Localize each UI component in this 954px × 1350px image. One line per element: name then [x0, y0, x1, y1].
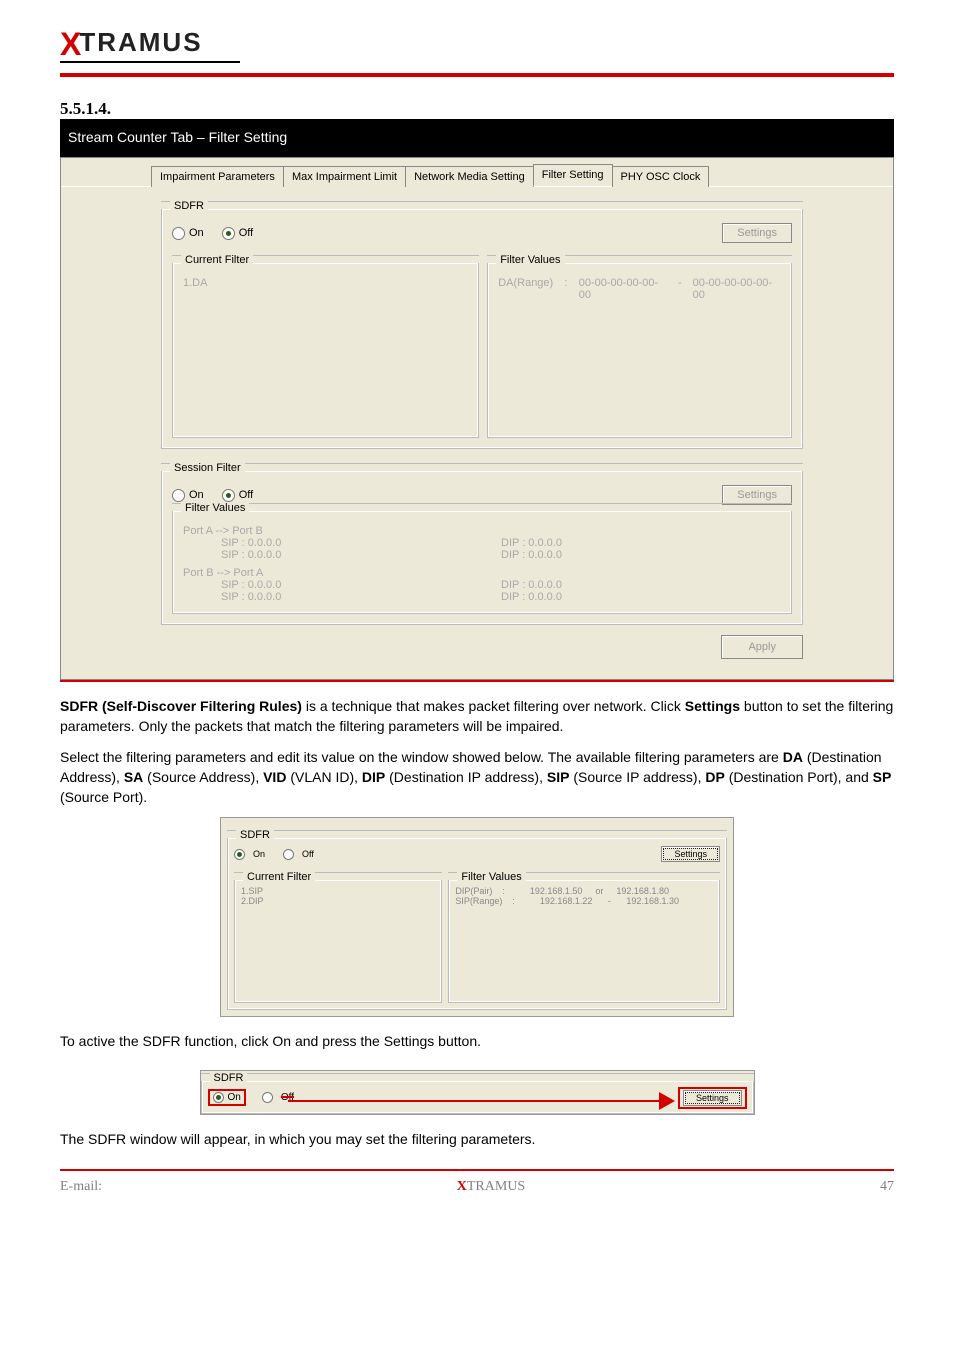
- filter-value-row: DA(Range) : 00-00-00-00-00-00 - 00-00-00…: [498, 277, 781, 301]
- tab-max-impairment-limit[interactable]: Max Impairment Limit: [283, 166, 406, 187]
- on-highlight-box: On: [208, 1089, 246, 1106]
- tab-impairment-parameters[interactable]: Impairment Parameters: [151, 166, 284, 187]
- dir-a-b: Port A --> Port B: [183, 525, 781, 537]
- mini-sdfr-group: SDFR On Off Settings Current Filter 1.SI…: [227, 838, 727, 1010]
- sip-value: SIP : 0.0.0.0: [221, 591, 501, 603]
- session-on-label: On: [189, 489, 204, 501]
- tab-network-media-setting[interactable]: Network Media Setting: [405, 166, 534, 187]
- sip-value: SIP : 0.0.0.0: [221, 549, 501, 561]
- tab-phy-osc-clock[interactable]: PHY OSC Clock: [612, 166, 710, 187]
- mini-fv-row: SIP(Range):192.168.1.22-192.168.1.30: [455, 896, 713, 906]
- desc-filter-params: Select the filtering parameters and edit…: [60, 747, 894, 808]
- strip-sdfr-title: SDFR: [210, 1072, 248, 1084]
- desc-sdfr-overview: SDFR (Self-Discover Filtering Rules) is …: [60, 696, 894, 737]
- logo-text: TRAMUS: [79, 27, 202, 57]
- arrow-line: [288, 1100, 659, 1102]
- current-filter-group: Current Filter 1.DA: [172, 263, 479, 438]
- tab-strip: Impairment Parameters Max Impairment Lim…: [61, 158, 893, 187]
- sdfr-off-label: Off: [239, 227, 253, 239]
- sdfr-strip-screenshot: SDFR On Off Settings: [200, 1070, 755, 1115]
- dir-b-a: Port B --> Port A: [183, 567, 781, 579]
- session-filter-values-title: Filter Values: [181, 502, 249, 514]
- strip-off-radio[interactable]: [262, 1092, 273, 1103]
- sdfr-mini-screenshot: SDFR On Off Settings Current Filter 1.SI…: [220, 817, 734, 1017]
- sip-value: SIP : 0.0.0.0: [221, 579, 501, 591]
- mini-filter-values-title: Filter Values: [457, 871, 525, 883]
- sdfr-settings-button[interactable]: Settings: [722, 223, 792, 243]
- arrow-head-icon: [659, 1092, 675, 1110]
- session-on-radio[interactable]: [172, 489, 185, 502]
- sdfr-title: SDFR: [170, 200, 208, 212]
- current-filter-item: 1.DA: [183, 277, 468, 289]
- session-off-label: Off: [239, 489, 253, 501]
- divider: [60, 680, 894, 682]
- strip-on-label: On: [228, 1092, 241, 1103]
- dip-value: DIP : 0.0.0.0: [501, 549, 781, 561]
- filter-values-group: Filter Values DA(Range) : 00-00-00-00-00…: [487, 263, 792, 438]
- tab-filter-setting[interactable]: Filter Setting: [533, 164, 613, 186]
- current-filter-title: Current Filter: [181, 254, 253, 266]
- brand-logo: XTRAMUS: [0, 0, 954, 69]
- mini-on-label: On: [253, 849, 265, 859]
- mini-settings-button[interactable]: Settings: [661, 846, 720, 862]
- mini-sdfr-title: SDFR: [236, 829, 274, 841]
- settings-highlight-box: Settings: [678, 1087, 747, 1109]
- desc-activate-sdfr: To active the SDFR function, click On an…: [60, 1031, 894, 1051]
- mini-filter-values-group: Filter Values DIP(Pair):192.168.1.50or19…: [448, 880, 720, 1003]
- footer-page-number: 47: [880, 1179, 894, 1195]
- desc-sdfr-window: The SDFR window will appear, in which yo…: [60, 1129, 894, 1149]
- sdfr-group: SDFR On Off Settings Current Filter 1.DA: [161, 209, 803, 449]
- strip-settings-button[interactable]: Settings: [683, 1090, 742, 1106]
- mini-current-filter-group: Current Filter 1.SIP 2.DIP: [234, 880, 442, 1003]
- page-footer: E-mail: XTRAMUS 47: [60, 1179, 894, 1195]
- strip-on-radio[interactable]: [213, 1092, 224, 1103]
- header-rule: [60, 73, 894, 77]
- mini-off-label: Off: [302, 849, 314, 859]
- session-off-radio[interactable]: [222, 489, 235, 502]
- session-settings-button[interactable]: Settings: [722, 485, 792, 505]
- filter-values-title: Filter Values: [496, 254, 564, 266]
- mini-on-radio[interactable]: [234, 849, 245, 860]
- filter-setting-screenshot: Impairment Parameters Max Impairment Lim…: [60, 157, 894, 680]
- footer-left: E-mail:: [60, 1179, 102, 1195]
- mini-current-filter-title: Current Filter: [243, 871, 315, 883]
- session-filter-values-group: Filter Values Port A --> Port B SIP : 0.…: [172, 511, 792, 614]
- section-title: Stream Counter Tab – Filter Setting: [64, 129, 287, 145]
- sdfr-on-radio[interactable]: [172, 227, 185, 240]
- mini-cf-item: 1.SIP: [241, 886, 435, 896]
- mini-cf-item: 2.DIP: [241, 896, 435, 906]
- mini-fv-row: DIP(Pair):192.168.1.50or192.168.1.80: [455, 886, 713, 896]
- mini-off-radio[interactable]: [283, 849, 294, 860]
- session-filter-title: Session Filter: [170, 462, 245, 474]
- logo-x: X: [60, 26, 79, 62]
- section-number: 5.5.1.4.: [60, 99, 894, 119]
- apply-button[interactable]: Apply: [721, 635, 803, 659]
- section-heading: Stream Counter Tab – Filter Setting: [60, 119, 894, 157]
- dip-value: DIP : 0.0.0.0: [501, 591, 781, 603]
- sdfr-on-label: On: [189, 227, 204, 239]
- dip-value: DIP : 0.0.0.0: [501, 579, 781, 591]
- dip-value: DIP : 0.0.0.0: [501, 537, 781, 549]
- session-filter-group: Session Filter On Off Settings Filter Va…: [161, 471, 803, 625]
- footer-brand: XTRAMUS: [457, 1179, 525, 1195]
- sip-value: SIP : 0.0.0.0: [221, 537, 501, 549]
- sdfr-off-radio[interactable]: [222, 227, 235, 240]
- footer-rule: [60, 1169, 894, 1171]
